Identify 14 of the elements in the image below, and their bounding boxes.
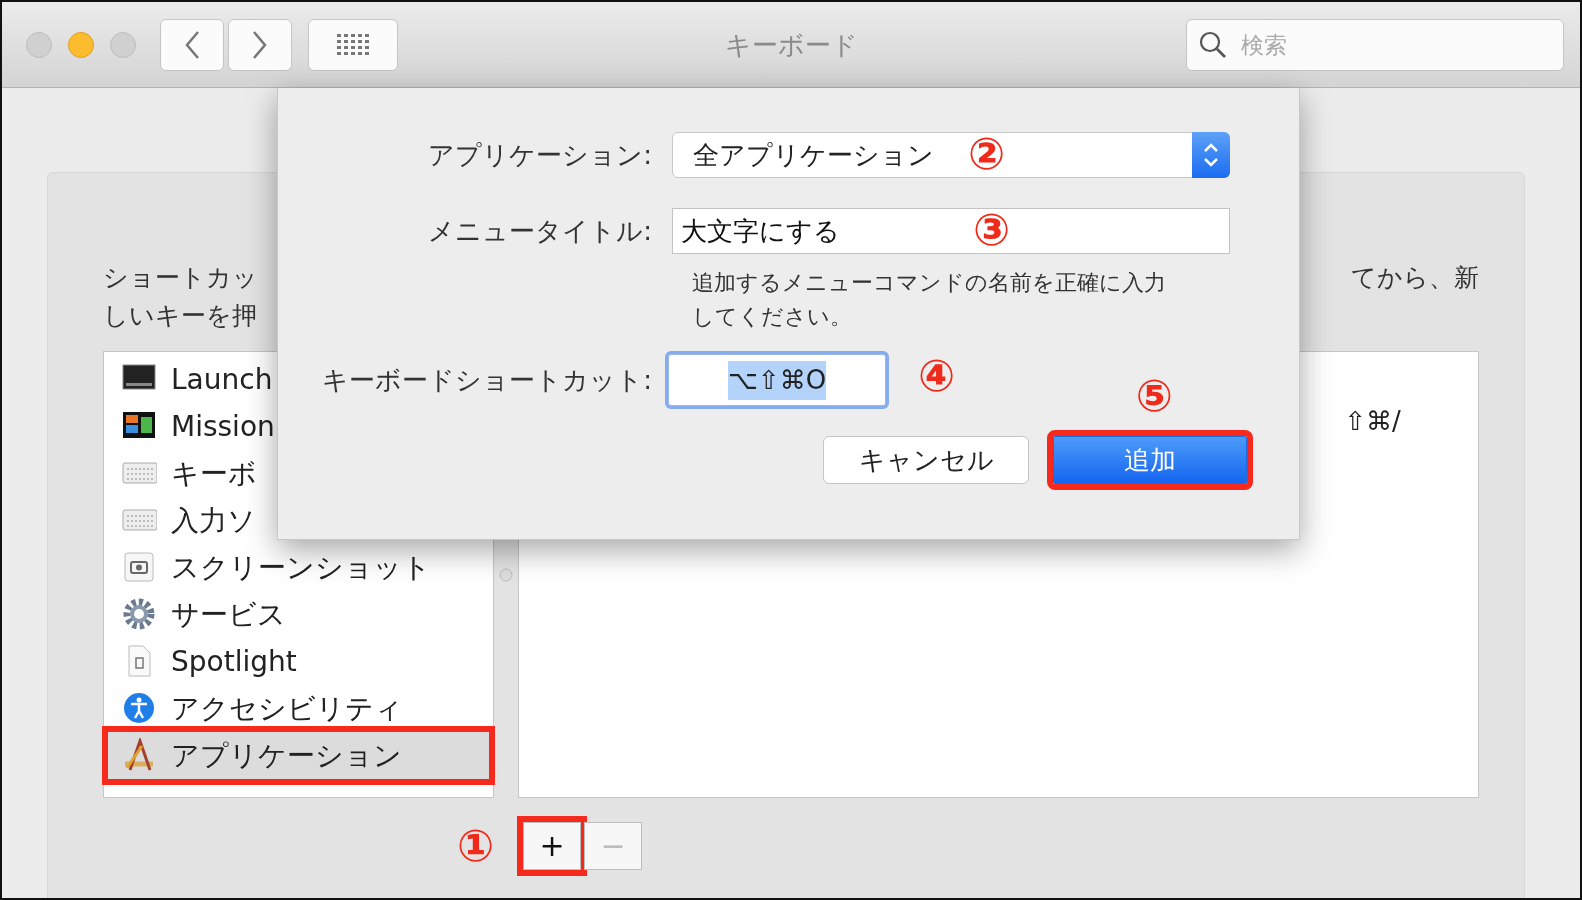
- description-text: てから、新: [1351, 262, 1479, 294]
- field-label: メニュータイトル:: [427, 214, 653, 248]
- window-title: キーボード: [724, 29, 858, 62]
- description-text: ショートカッ: [103, 262, 258, 294]
- field-label: アプリケーション:: [427, 138, 653, 172]
- step-marker: ④: [918, 354, 956, 398]
- field-label: キーボードショートカット:: [321, 363, 653, 397]
- description-text: しいキーを押: [103, 300, 258, 332]
- shortcut-keys: ⇧⌘/: [1344, 402, 1478, 441]
- hint-text: 追加するメニューコマンドの名前を正確に入力してください。: [692, 269, 1167, 331]
- step-marker: ⑤: [1135, 374, 1173, 418]
- step-marker: ②: [968, 132, 1006, 176]
- step-marker: ③: [973, 208, 1011, 252]
- step-marker: ①: [457, 824, 495, 868]
